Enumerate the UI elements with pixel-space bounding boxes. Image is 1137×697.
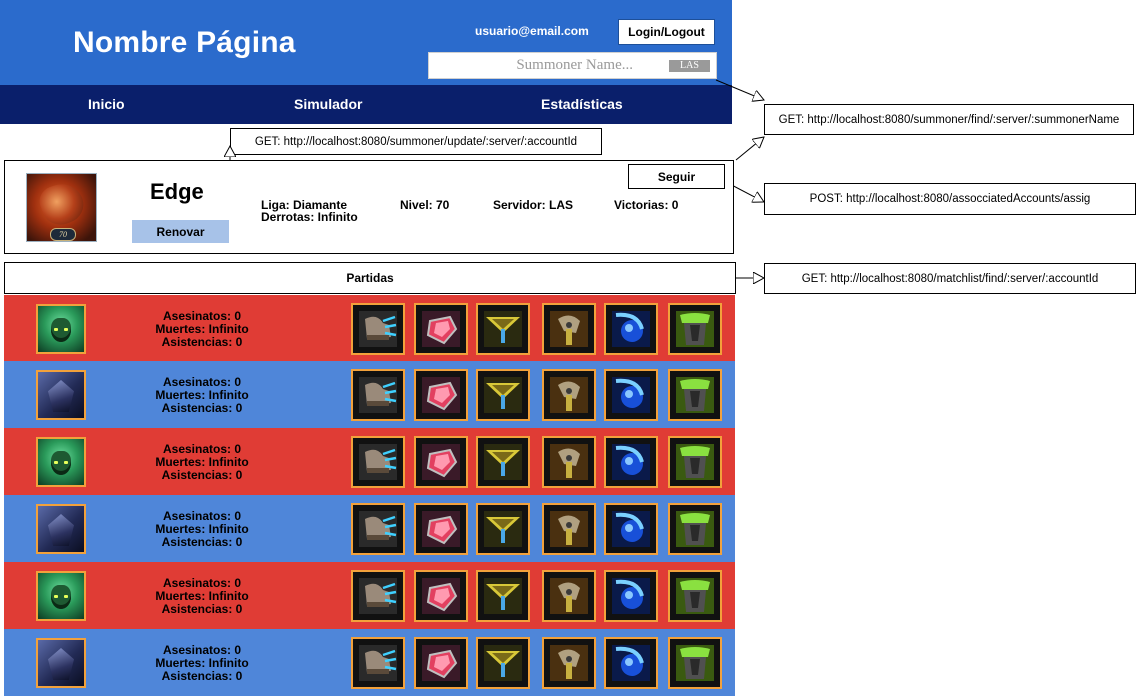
champion-portrait[interactable] — [36, 437, 86, 487]
kda-stats: Asesinatos: 0 Muertes: Infinito Asistencia… — [147, 510, 257, 549]
blue-orb-icon[interactable] — [604, 503, 658, 555]
login-logout-button[interactable]: Login/Logout — [618, 19, 715, 45]
profile-icon-art — [35, 178, 89, 230]
nav-item-estadisticas[interactable]: Estadísticas — [541, 85, 623, 124]
winged-amulet-icon[interactable] — [476, 303, 530, 355]
summoner-search-input[interactable] — [429, 53, 663, 78]
armor-icon[interactable] — [668, 303, 722, 355]
main-nav: Inicio Simulador Estadísticas — [0, 85, 732, 124]
match-row[interactable]: Asesinatos: 0 Muertes: Infinito Asistencia… — [4, 495, 735, 562]
armor-icon[interactable] — [668, 637, 722, 689]
api-find-summoner-note: GET: http://localhost:8080/summoner/find… — [764, 104, 1134, 135]
boots-icon[interactable] — [351, 436, 405, 488]
ruby-gem-icon[interactable] — [414, 503, 468, 555]
winged-amulet-icon[interactable] — [476, 570, 530, 622]
champion-portrait[interactable] — [36, 504, 86, 554]
victories-stat: Victorias: 0 — [614, 198, 679, 212]
kda-stats: Asesinatos: 0 Muertes: Infinito Asistencia… — [147, 644, 257, 683]
summoner-avatar: 70 — [26, 173, 97, 242]
site-title: Nombre Página — [73, 26, 296, 59]
champion-portrait[interactable] — [36, 370, 86, 420]
blue-orb-icon[interactable] — [604, 303, 658, 355]
server-stat: Servidor: LAS — [493, 198, 574, 212]
ruby-gem-icon[interactable] — [414, 570, 468, 622]
nav-item-inicio[interactable]: Inicio — [88, 85, 125, 124]
defeats-stat: Derrotas: Infinito — [261, 210, 358, 224]
ruby-gem-icon[interactable] — [414, 303, 468, 355]
kda-stats: Asesinatos: 0 Muertes: Infinito Asistencia… — [147, 577, 257, 616]
kda-stats: Asesinatos: 0 Muertes: Infinito Asistencia… — [147, 443, 257, 482]
champion-portrait[interactable] — [36, 638, 86, 688]
level-stat: Nivel: 70 — [400, 198, 450, 212]
blue-orb-icon[interactable] — [604, 570, 658, 622]
boots-icon[interactable] — [351, 637, 405, 689]
armor-icon[interactable] — [668, 503, 722, 555]
cleaver-icon[interactable] — [542, 637, 596, 689]
nav-item-simulador[interactable]: Simulador — [294, 85, 362, 124]
api-update-summoner-note: GET: http://localhost:8080/summoner/upda… — [230, 128, 602, 155]
user-email: usuario@email.com — [475, 24, 589, 38]
blue-orb-icon[interactable] — [604, 369, 658, 421]
assists-stat: Asistencias: 0 — [161, 602, 243, 616]
winged-amulet-icon[interactable] — [476, 369, 530, 421]
api-matchlist-note: GET: http://localhost:8080/matchlist/fin… — [764, 263, 1136, 294]
cleaver-icon[interactable] — [542, 436, 596, 488]
level-badge: 70 — [50, 228, 76, 241]
summoner-name: Edge — [150, 179, 204, 204]
armor-icon[interactable] — [668, 436, 722, 488]
match-row[interactable]: Asesinatos: 0 Muertes: Infinito Asistencia… — [4, 295, 735, 362]
ruby-gem-icon[interactable] — [414, 369, 468, 421]
champion-portrait[interactable] — [36, 571, 86, 621]
assists-stat: Asistencias: 0 — [161, 335, 243, 349]
assists-stat: Asistencias: 0 — [161, 468, 243, 482]
follow-button[interactable]: Seguir — [628, 164, 725, 189]
boots-icon[interactable] — [351, 303, 405, 355]
assists-stat: Asistencias: 0 — [161, 535, 243, 549]
match-row[interactable]: Asesinatos: 0 Muertes: Infinito Asistencia… — [4, 361, 735, 428]
winged-amulet-icon[interactable] — [476, 637, 530, 689]
api-assign-account-note: POST: http://localhost:8080/assocciatedA… — [764, 183, 1136, 215]
region-selector[interactable]: LAS — [669, 60, 710, 72]
boots-icon[interactable] — [351, 570, 405, 622]
cleaver-icon[interactable] — [542, 570, 596, 622]
blue-orb-icon[interactable] — [604, 436, 658, 488]
ruby-gem-icon[interactable] — [414, 436, 468, 488]
summoner-profile-panel: 70 Edge Renovar Liga: Diamante Derrotas:… — [4, 160, 734, 254]
boots-icon[interactable] — [351, 369, 405, 421]
winged-amulet-icon[interactable] — [476, 503, 530, 555]
armor-icon[interactable] — [668, 369, 722, 421]
kda-stats: Asesinatos: 0 Muertes: Infinito Asistencia… — [147, 376, 257, 415]
kda-stats: Asesinatos: 0 Muertes: Infinito Asistencia… — [147, 310, 257, 349]
renew-button[interactable]: Renovar — [132, 220, 229, 243]
site-header: Nombre Página usuario@email.com Login/Lo… — [0, 0, 732, 85]
cleaver-icon[interactable] — [542, 369, 596, 421]
blue-orb-icon[interactable] — [604, 637, 658, 689]
match-row[interactable]: Asesinatos: 0 Muertes: Infinito Asistencia… — [4, 562, 735, 629]
assists-stat: Asistencias: 0 — [161, 669, 243, 683]
armor-icon[interactable] — [668, 570, 722, 622]
winged-amulet-icon[interactable] — [476, 436, 530, 488]
cleaver-icon[interactable] — [542, 303, 596, 355]
assists-stat: Asistencias: 0 — [161, 401, 243, 415]
match-row[interactable]: Asesinatos: 0 Muertes: Infinito Asistencia… — [4, 629, 735, 696]
cleaver-icon[interactable] — [542, 503, 596, 555]
ruby-gem-icon[interactable] — [414, 637, 468, 689]
match-row[interactable]: Asesinatos: 0 Muertes: Infinito Asistencia… — [4, 428, 735, 495]
champion-portrait[interactable] — [36, 304, 86, 354]
summoner-search-box: LAS — [428, 52, 717, 79]
matches-header: Partidas — [4, 262, 736, 294]
boots-icon[interactable] — [351, 503, 405, 555]
